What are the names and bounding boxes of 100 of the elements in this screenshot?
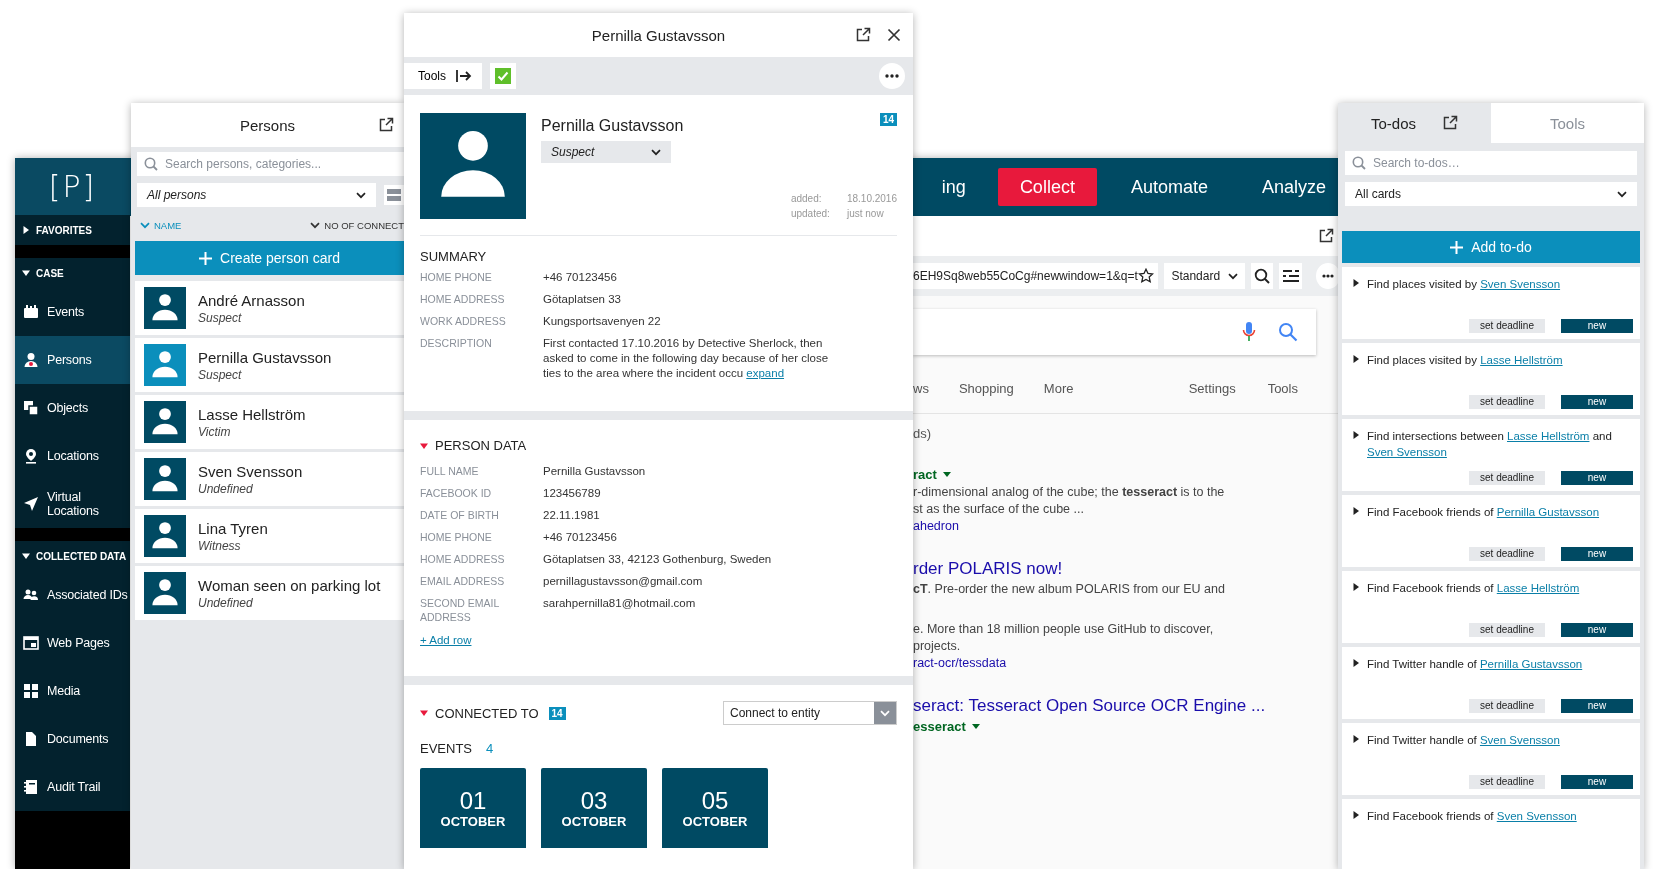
sidebar-item[interactable]: Documents — [15, 715, 130, 763]
filter-select[interactable]: All persons — [137, 183, 376, 207]
result-url: ract — [913, 467, 937, 482]
search-button[interactable] — [1251, 263, 1274, 289]
event-tile[interactable]: 05 OCTOBER — [662, 768, 768, 848]
search-tab[interactable]: More — [1043, 380, 1074, 396]
set-deadline-button[interactable]: set deadline — [1469, 699, 1545, 713]
tab[interactable]: To-dos — [1338, 103, 1491, 143]
add-row-link[interactable]: + Add row — [420, 634, 472, 646]
person-link[interactable]: Sven Svensson — [1367, 446, 1447, 458]
person-link[interactable]: Pernilla Gustavsson — [1479, 658, 1583, 670]
search-tab[interactable]: Settings — [1188, 380, 1236, 396]
set-deadline-button[interactable]: set deadline — [1469, 319, 1545, 333]
person-name: André Arnasson — [198, 291, 305, 309]
sidebar-item[interactable]: Objects — [15, 384, 130, 432]
person-link[interactable]: Lasse Hellström — [1507, 430, 1590, 442]
person-card[interactable]: Lina Tyren Witness — [135, 509, 404, 563]
sidebar-item[interactable]: Web Pages — [15, 619, 130, 667]
people-icon — [23, 587, 39, 603]
sidebar-item[interactable]: Associated IDs — [15, 571, 130, 619]
result-snippet: projects. — [913, 639, 961, 653]
person-link[interactable]: Sven Svensson — [1480, 278, 1561, 290]
create-person-button[interactable]: Create person card — [135, 241, 404, 275]
person-card[interactable]: André Arnasson Suspect — [135, 281, 404, 335]
todo-text: Find places visited by Lasse Hellström — [1367, 353, 1563, 368]
section-header[interactable]: CASE — [15, 258, 130, 288]
nav-tab[interactable]: ing — [941, 168, 984, 206]
nav-tab[interactable]: Automate — [1110, 168, 1228, 206]
person-card[interactable]: Woman seen on parking lot Undefined — [135, 566, 404, 620]
person-link[interactable]: Sven Svensson — [1496, 810, 1577, 822]
popout-icon[interactable] — [378, 117, 394, 133]
person-card[interactable]: Lasse Hellström Victim — [135, 395, 404, 449]
person-link[interactable]: Sven Svensson — [1479, 734, 1560, 746]
search-tab[interactable]: ws — [913, 380, 929, 396]
close-icon[interactable] — [887, 28, 901, 42]
event-tile[interactable]: 01 OCTOBER — [420, 768, 526, 848]
sort-toggle[interactable]: NO OF CONNECT — [310, 219, 404, 231]
person-link[interactable]: Lasse Hellström — [1480, 354, 1563, 366]
search-field[interactable]: Search to-dos… — [1345, 151, 1637, 175]
nav-tab[interactable]: Collect — [997, 168, 1097, 206]
category-select[interactable]: Suspect — [541, 141, 671, 163]
url-field[interactable]: 6EH9Sq8web55CoCg#newwindow=1&q=t — [913, 263, 1159, 289]
search-tab[interactable]: Tools — [1267, 380, 1298, 396]
star-icon[interactable] — [1137, 268, 1154, 284]
connect-select[interactable]: Connect to entity — [723, 701, 897, 725]
search-icon — [1254, 268, 1271, 284]
person-link[interactable]: Lasse Hellström — [1496, 582, 1580, 594]
popout-icon[interactable] — [855, 27, 871, 43]
section-header[interactable]: FAVORITES — [15, 215, 130, 245]
section-header[interactable]: CONNECTED TO — [420, 705, 539, 721]
sidebar-item[interactable]: Audit Trail — [15, 763, 130, 811]
nav-tab[interactable]: Analyze — [1241, 168, 1340, 206]
popout-icon[interactable] — [1318, 228, 1334, 244]
status-tag: new — [1561, 547, 1633, 561]
sidebar-item[interactable]: Persons — [15, 336, 130, 384]
filter-select[interactable]: All cards — [1345, 182, 1637, 206]
grid-icon — [23, 683, 39, 699]
list-settings-button[interactable] — [1279, 263, 1302, 289]
microphone-icon[interactable] — [1242, 321, 1256, 343]
pin-icon — [23, 448, 39, 464]
expand-link[interactable]: expand — [746, 367, 785, 379]
set-deadline-button[interactable]: set deadline — [1469, 775, 1545, 789]
result-link[interactable]: ract-ocr/tessdata — [913, 656, 1007, 670]
set-deadline-button[interactable]: set deadline — [1469, 623, 1545, 637]
chevron-down-icon — [651, 148, 661, 156]
set-deadline-button[interactable]: set deadline — [1469, 547, 1545, 561]
tools-button[interactable]: Tools — [404, 63, 482, 89]
field-value: Pernilla Gustavsson — [543, 464, 646, 479]
search-field[interactable] — [913, 309, 1316, 355]
more-button[interactable] — [1315, 263, 1340, 289]
sidebar-item[interactable]: Locations — [15, 432, 130, 480]
popout-icon[interactable] — [1442, 115, 1458, 131]
search-field[interactable]: Search persons, categories... — [137, 152, 404, 176]
set-deadline-button[interactable]: set deadline — [1469, 471, 1545, 485]
result-link[interactable]: ahedron — [913, 519, 959, 533]
person-card[interactable]: Pernilla Gustavsson Suspect — [135, 338, 404, 392]
sidebar-item[interactable]: Media — [15, 667, 130, 715]
event-tile[interactable]: 03 OCTOBER — [541, 768, 647, 848]
add-todo-button[interactable]: Add to-do — [1342, 231, 1640, 263]
person-name: Sven Svensson — [198, 462, 303, 480]
notebook-icon — [23, 779, 39, 795]
result-snippet: e. More than 18 million people use GitHub to discover, — [913, 622, 1214, 636]
field-value: +46 70123456 — [543, 530, 617, 545]
search-tab[interactable]: Shopping — [958, 380, 1014, 396]
search-icon[interactable] — [1278, 322, 1298, 342]
event-day: 03 — [541, 788, 647, 814]
field-label: HOME PHONE — [420, 270, 493, 285]
section-header[interactable]: COLLECTED DATA — [15, 541, 130, 571]
section-header[interactable]: PERSON DATA — [420, 438, 897, 453]
view-select[interactable]: Standard — [1164, 263, 1246, 289]
checkbox[interactable] — [495, 68, 511, 84]
list-view-icon[interactable] — [384, 185, 404, 205]
sidebar-item[interactable]: Virtual Locations — [15, 480, 130, 528]
person-link[interactable]: Pernilla Gustavsson — [1496, 506, 1600, 518]
sidebar-item[interactable]: Events — [15, 288, 130, 336]
person-card[interactable]: Sven Svensson Undefined — [135, 452, 404, 506]
result-title[interactable]: seract: Tesseract Open Source OCR Engine ... — [913, 696, 1266, 716]
result-title[interactable]: rder POLARIS now! — [913, 559, 1063, 579]
more-button[interactable] — [879, 63, 905, 89]
set-deadline-button[interactable]: set deadline — [1469, 395, 1545, 409]
